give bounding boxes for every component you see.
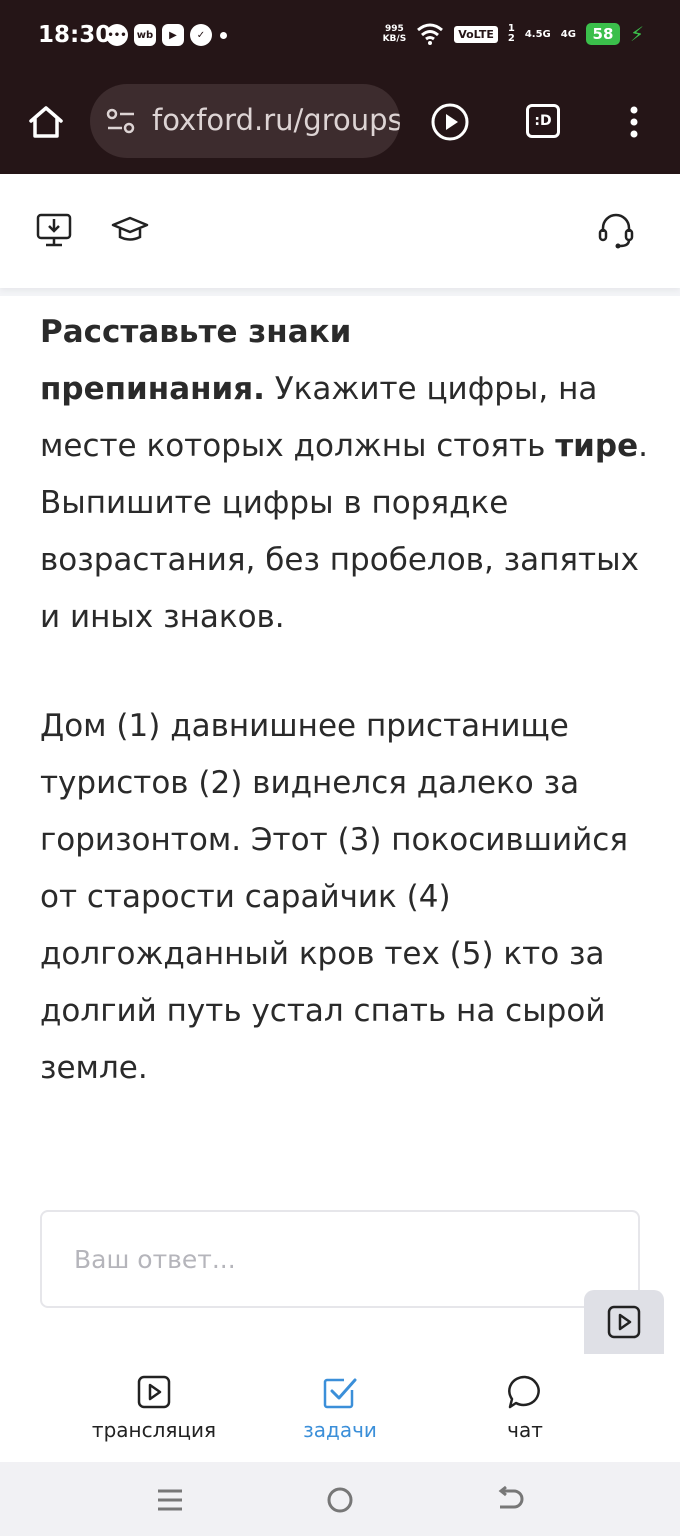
- wb-app-icon: wb: [134, 24, 156, 46]
- wifi-icon: [417, 23, 444, 45]
- system-navigation-bar: [0, 1462, 680, 1536]
- notification-icons: ••• wb ▶ ✓: [106, 24, 227, 46]
- network-speed-value: 995: [384, 24, 404, 34]
- check-circle-icon: ✓: [190, 24, 212, 46]
- battery-icon: 58: [585, 23, 620, 45]
- browser-toolbar: foxford.ru/groups :D: [0, 74, 680, 174]
- more-vertical-icon[interactable]: [624, 102, 644, 142]
- more-notifications-dot-icon: [220, 31, 227, 39]
- chat-bubble-icon: [508, 1375, 540, 1409]
- play-square-icon: [137, 1375, 171, 1409]
- play-square-icon: [607, 1305, 641, 1339]
- network-type-1: 4.5G: [524, 28, 551, 40]
- youtube-icon: ▶: [162, 24, 184, 46]
- status-time: 18:30: [38, 22, 112, 48]
- play-circle-icon[interactable]: [430, 102, 470, 142]
- home-icon[interactable]: [26, 102, 66, 142]
- network-type-2: 4G: [560, 28, 576, 40]
- system-status-icons: 995 KB/S VoLTE 1 2 4.5G 4G 58 ⚡: [383, 22, 644, 46]
- task-sentence: Дом (1) давнишнее пристанище туристов (2…: [40, 708, 629, 1086]
- chat-bubble-icon: •••: [106, 24, 128, 46]
- sim-indicator: 1 2: [508, 24, 515, 44]
- graduation-cap-icon[interactable]: [110, 210, 150, 250]
- video-float-button[interactable]: [584, 1290, 664, 1356]
- home-circle-icon[interactable]: [324, 1484, 356, 1516]
- tab-broadcast-label: трансляция: [91, 1418, 217, 1442]
- menu-icon[interactable]: [154, 1484, 186, 1516]
- network-speed: 995 KB/S: [383, 24, 407, 44]
- site-settings-icon[interactable]: [106, 108, 136, 136]
- app-header: [0, 174, 680, 288]
- tab-broadcast[interactable]: трансляция: [64, 1374, 244, 1442]
- download-screen-icon[interactable]: [34, 210, 74, 250]
- sim2-label: 2: [507, 33, 515, 44]
- signal-1-icon: 4.5G: [525, 29, 551, 40]
- charging-icon: ⚡: [629, 22, 644, 46]
- status-bar: 18:30 ••• wb ▶ ✓ 995 KB/S VoLTE 1 2 4.5G…: [0, 0, 680, 74]
- address-bar[interactable]: foxford.ru/groups: [90, 84, 400, 158]
- tab-chat-label: чат: [507, 1418, 543, 1442]
- signal-2-icon: 4G: [561, 29, 576, 40]
- bottom-navigation: трансляция задачи чат: [0, 1354, 680, 1462]
- headset-support-icon[interactable]: [596, 210, 636, 250]
- url-text[interactable]: foxford.ru/groups: [152, 103, 400, 137]
- network-speed-unit: KB/S: [382, 34, 407, 44]
- task-bold-word: тире: [555, 428, 639, 464]
- task-title-line2: препинания.: [40, 371, 265, 407]
- tab-tasks[interactable]: задачи: [250, 1374, 430, 1442]
- battery-level: 58: [592, 25, 614, 43]
- tab-chat[interactable]: чат: [435, 1374, 615, 1442]
- task-card: Расставьте знаки препинания. Укажите цифр…: [0, 296, 680, 1354]
- answer-input[interactable]: [40, 1210, 640, 1308]
- task-title-line1: Расставьте знаки: [40, 314, 352, 350]
- checkbox-checked-icon: [323, 1378, 357, 1409]
- volte-badge: VoLTE: [454, 25, 498, 43]
- task-instruction: Расставьте знаки препинания. Укажите цифр…: [40, 304, 648, 646]
- back-icon[interactable]: [494, 1484, 526, 1516]
- extension-button[interactable]: :D: [526, 104, 560, 138]
- tab-tasks-label: задачи: [303, 1418, 377, 1442]
